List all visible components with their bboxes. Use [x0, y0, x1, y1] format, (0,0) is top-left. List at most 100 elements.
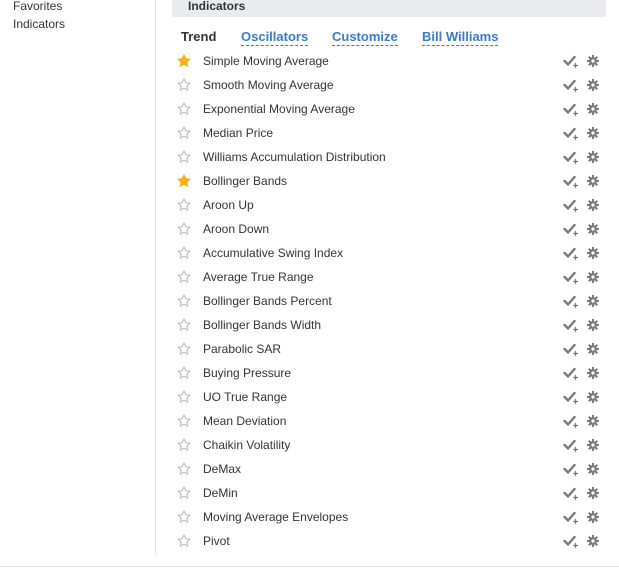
checkmark-plus-icon[interactable] — [563, 55, 579, 69]
star-icon[interactable] — [177, 342, 191, 356]
tab-trend[interactable]: Trend — [181, 29, 216, 45]
indicator-name: Bollinger Bands Percent — [203, 294, 332, 308]
checkmark-plus-icon[interactable] — [563, 511, 579, 525]
indicator-row[interactable]: Aroon Up — [172, 193, 606, 217]
checkmark-plus-icon[interactable] — [563, 247, 579, 261]
gear-icon[interactable] — [587, 462, 599, 475]
checkmark-plus-icon[interactable] — [563, 463, 579, 477]
indicator-row[interactable]: Mean Deviation — [172, 409, 606, 433]
star-icon[interactable] — [177, 318, 191, 332]
checkmark-plus-icon[interactable] — [563, 127, 579, 141]
sidebar-item-indicators[interactable]: Indicators — [13, 16, 65, 32]
checkmark-plus-icon[interactable] — [563, 199, 579, 213]
indicator-list: Simple Moving Average Smooth Moving Avera… — [172, 49, 606, 553]
indicator-row[interactable]: Moving Average Envelopes — [172, 505, 606, 529]
gear-icon[interactable] — [587, 198, 599, 211]
gear-icon[interactable] — [587, 222, 599, 235]
checkmark-plus-icon[interactable] — [563, 151, 579, 165]
indicator-row[interactable]: Average True Range — [172, 265, 606, 289]
indicator-name: Aroon Up — [203, 198, 254, 212]
star-icon[interactable] — [177, 78, 191, 92]
star-icon[interactable] — [177, 510, 191, 524]
star-icon[interactable] — [177, 414, 191, 428]
indicator-row[interactable]: DeMax — [172, 457, 606, 481]
star-icon[interactable] — [177, 390, 191, 404]
indicator-row[interactable]: Chaikin Volatility — [172, 433, 606, 457]
star-icon[interactable] — [177, 222, 191, 236]
star-icon[interactable] — [177, 534, 191, 548]
indicator-row[interactable]: Bollinger Bands — [172, 169, 606, 193]
star-icon[interactable] — [177, 126, 191, 140]
star-icon[interactable] — [177, 294, 191, 308]
indicator-row[interactable]: Williams Accumulation Distribution — [172, 145, 606, 169]
gear-icon[interactable] — [587, 414, 599, 427]
indicator-name: Pivot — [203, 534, 230, 548]
indicator-name: Simple Moving Average — [203, 54, 329, 68]
indicator-row[interactable]: Pivot — [172, 529, 606, 553]
gear-icon[interactable] — [587, 342, 599, 355]
gear-icon[interactable] — [587, 438, 599, 451]
star-icon[interactable] — [177, 366, 191, 380]
tab-oscillators[interactable]: Oscillators — [241, 29, 309, 46]
gear-icon[interactable] — [587, 126, 599, 139]
gear-icon[interactable] — [587, 486, 599, 499]
indicator-row[interactable]: Buying Pressure — [172, 361, 606, 385]
gear-icon[interactable] — [587, 534, 599, 547]
checkmark-plus-icon[interactable] — [563, 175, 579, 189]
indicator-name: Exponential Moving Average — [203, 102, 355, 116]
checkmark-plus-icon[interactable] — [563, 295, 579, 309]
star-icon[interactable] — [177, 54, 191, 68]
gear-icon[interactable] — [587, 78, 599, 91]
checkmark-plus-icon[interactable] — [563, 343, 579, 357]
star-icon[interactable] — [177, 246, 191, 260]
tab-bill-williams[interactable]: Bill Williams — [422, 29, 499, 46]
checkmark-plus-icon[interactable] — [563, 271, 579, 285]
indicator-row[interactable]: Parabolic SAR — [172, 337, 606, 361]
star-icon[interactable] — [177, 150, 191, 164]
indicator-name: Moving Average Envelopes — [203, 510, 349, 524]
gear-icon[interactable] — [587, 54, 599, 67]
indicator-row[interactable]: Smooth Moving Average — [172, 73, 606, 97]
star-icon[interactable] — [177, 486, 191, 500]
indicator-row[interactable]: Accumulative Swing Index — [172, 241, 606, 265]
checkmark-plus-icon[interactable] — [563, 223, 579, 237]
indicator-row[interactable]: Simple Moving Average — [172, 49, 606, 73]
checkmark-plus-icon[interactable] — [563, 487, 579, 501]
star-icon[interactable] — [177, 174, 191, 188]
indicator-row[interactable]: Bollinger Bands Percent — [172, 289, 606, 313]
gear-icon[interactable] — [587, 318, 599, 331]
star-icon[interactable] — [177, 102, 191, 116]
star-icon[interactable] — [177, 270, 191, 284]
gear-icon[interactable] — [587, 294, 599, 307]
checkmark-plus-icon[interactable] — [563, 79, 579, 93]
divider — [0, 566, 619, 567]
checkmark-plus-icon[interactable] — [563, 415, 579, 429]
indicator-row[interactable]: UO True Range — [172, 385, 606, 409]
checkmark-plus-icon[interactable] — [563, 439, 579, 453]
gear-icon[interactable] — [587, 510, 599, 523]
indicator-name: UO True Range — [203, 390, 288, 404]
checkmark-plus-icon[interactable] — [563, 391, 579, 405]
indicator-row[interactable]: Median Price — [172, 121, 606, 145]
gear-icon[interactable] — [587, 270, 599, 283]
checkmark-plus-icon[interactable] — [563, 103, 579, 117]
sidebar-item-favorites[interactable]: Favorites — [13, 0, 62, 14]
gear-icon[interactable] — [587, 174, 599, 187]
star-icon[interactable] — [177, 462, 191, 476]
gear-icon[interactable] — [587, 102, 599, 115]
tab-customize[interactable]: Customize — [332, 29, 398, 46]
indicator-row[interactable]: DeMin — [172, 481, 606, 505]
gear-icon[interactable] — [587, 366, 599, 379]
indicator-name: Buying Pressure — [203, 366, 292, 380]
star-icon[interactable] — [177, 438, 191, 452]
checkmark-plus-icon[interactable] — [563, 319, 579, 333]
gear-icon[interactable] — [587, 390, 599, 403]
indicator-row[interactable]: Exponential Moving Average — [172, 97, 606, 121]
indicator-row[interactable]: Aroon Down — [172, 217, 606, 241]
gear-icon[interactable] — [587, 150, 599, 163]
checkmark-plus-icon[interactable] — [563, 367, 579, 381]
gear-icon[interactable] — [587, 246, 599, 259]
checkmark-plus-icon[interactable] — [563, 535, 579, 549]
indicator-row[interactable]: Bollinger Bands Width — [172, 313, 606, 337]
star-icon[interactable] — [177, 198, 191, 212]
